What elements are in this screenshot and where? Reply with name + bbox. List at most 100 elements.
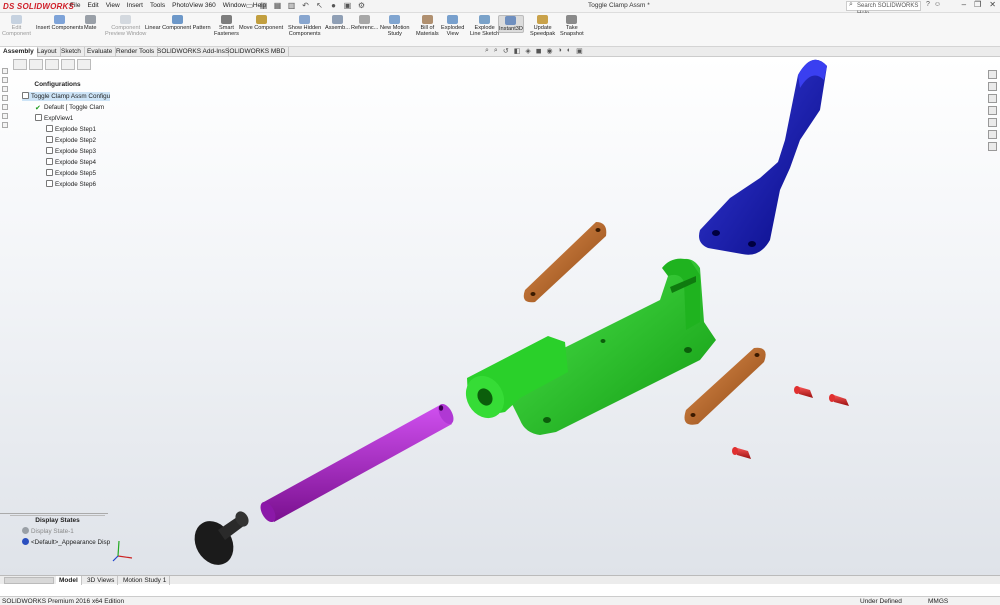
menu-tools[interactable]: Tools	[150, 2, 165, 9]
sensor-icon[interactable]	[2, 104, 8, 110]
dimxpert-manager-tab[interactable]	[61, 59, 75, 70]
tab-solidworks-add-ins[interactable]: SOLIDWORKS Add-Ins	[154, 47, 229, 57]
file-explorer-icon[interactable]	[988, 94, 997, 103]
undo-icon[interactable]: ↶	[301, 1, 310, 10]
display-manager-tab[interactable]	[77, 59, 91, 70]
tree-item[interactable]: Explode Step3	[46, 147, 96, 156]
view-palette-icon[interactable]	[988, 106, 997, 115]
filter-icon[interactable]	[2, 68, 8, 74]
tree-item[interactable]: Explode Step1	[46, 125, 96, 134]
view-orientation-icon[interactable]: ◈	[525, 47, 530, 55]
previous-view-icon[interactable]: ↺	[503, 47, 509, 55]
clamp-base[interactable]	[458, 258, 716, 435]
tree-item[interactable]: ✔ Default [ Toggle Clam	[35, 103, 104, 112]
search-input[interactable]: ⌕ Search SOLIDWORKS Help	[846, 1, 921, 17]
tab-layout[interactable]: Layout	[34, 47, 61, 57]
cmd-mate[interactable]: Mate	[84, 15, 96, 31]
zoom-area-icon[interactable]: ⌕	[494, 47, 498, 55]
clamp-handle[interactable]	[699, 59, 827, 255]
appearances-icon[interactable]	[988, 118, 997, 127]
menu-window[interactable]: Window	[223, 2, 246, 9]
user-icon[interactable]: ☺	[934, 1, 941, 8]
edit-appearance-icon[interactable]: ◑	[558, 47, 562, 55]
cmd-bill-of-materials[interactable]: Bill of Materials	[416, 15, 439, 38]
history-icon[interactable]	[2, 95, 8, 101]
cmd-assemb[interactable]: Assemb...	[325, 15, 350, 31]
rebuild-icon[interactable]: ●	[329, 1, 338, 10]
display-style-icon[interactable]: ◼	[536, 47, 542, 55]
apply-scene-icon[interactable]: ◐	[567, 47, 571, 55]
file-properties-icon[interactable]: ▣	[343, 1, 352, 10]
pin-icon[interactable]	[2, 77, 8, 83]
menu-edit[interactable]: Edit	[87, 2, 98, 9]
tree-item[interactable]: Explode Step4	[46, 158, 96, 167]
design-library-icon[interactable]	[988, 82, 997, 91]
tree-item[interactable]: ExplView1	[35, 114, 73, 123]
annotation-icon[interactable]	[2, 113, 8, 119]
menu-photoview-360[interactable]: PhotoView 360	[172, 2, 216, 9]
status-units[interactable]: MMGS	[928, 597, 948, 605]
link-upper[interactable]	[523, 222, 607, 303]
cmd-explode-line-sketch[interactable]: Explode Line Sketch	[470, 15, 499, 38]
hide-show-icon[interactable]: ◉	[547, 47, 553, 55]
plunger-rod[interactable]	[257, 401, 456, 524]
cmd-edit-component[interactable]: Edit Component	[2, 15, 31, 38]
bottom-tab-model[interactable]: Model	[56, 576, 82, 585]
tree-item[interactable]: Explode Step2	[46, 136, 96, 145]
cmd-new-motion-study[interactable]: New Motion Study	[380, 15, 410, 38]
clamp-knob[interactable]	[187, 509, 251, 572]
minimize-icon[interactable]: –	[962, 0, 966, 9]
bottom-tab-3d-views[interactable]: 3D Views	[84, 576, 119, 585]
menu-view[interactable]: View	[106, 2, 120, 9]
save-icon[interactable]: ▦	[273, 1, 282, 10]
cmd-update-speedpak[interactable]: Update Speedpak	[530, 15, 555, 38]
custom-properties-icon[interactable]	[988, 130, 997, 139]
cmd-insert-components[interactable]: Insert Components	[36, 15, 83, 31]
tab-solidworks-mbd[interactable]: SOLIDWORKS MBD	[222, 47, 290, 57]
menu-insert[interactable]: Insert	[127, 2, 143, 9]
tree-item[interactable]: Toggle Clamp Assm Configu	[22, 92, 111, 101]
exploded-assembly-model[interactable]	[0, 57, 1000, 575]
search-tree-icon[interactable]	[2, 86, 8, 92]
tab-assembly[interactable]: Assembly	[0, 47, 38, 57]
open-icon[interactable]: ▤	[259, 1, 268, 10]
pin-1[interactable]	[794, 386, 813, 398]
options-icon[interactable]: ⚙	[357, 1, 366, 10]
solidworks-resources-icon[interactable]	[988, 70, 997, 79]
menu-file[interactable]: File	[70, 2, 80, 9]
close-icon[interactable]: ✕	[989, 0, 996, 9]
cmd-take-snapshot[interactable]: Take Snapshot	[560, 15, 584, 38]
new-document-icon[interactable]: ▭	[245, 1, 254, 10]
view-settings-icon[interactable]: ▣	[576, 47, 583, 55]
cmd-show-hidden-components[interactable]: Show Hidden Components	[288, 15, 321, 38]
display-state-item[interactable]: Display State-1	[22, 527, 74, 536]
print-icon[interactable]: ▥	[287, 1, 296, 10]
property-manager-tab[interactable]	[29, 59, 43, 70]
restore-icon[interactable]: ❐	[974, 0, 981, 9]
tab-scroll-arrows[interactable]	[4, 577, 54, 584]
cmd-linear-component-pattern[interactable]: Linear Component Pattern	[145, 15, 211, 31]
tab-sketch[interactable]: Sketch	[58, 47, 85, 57]
zoom-to-fit-icon[interactable]: ⌕	[485, 47, 489, 55]
tree-item[interactable]: Explode Step6	[46, 180, 96, 189]
cmd-referenc[interactable]: Referenc...	[351, 15, 378, 31]
panel-divider[interactable]	[0, 513, 108, 514]
bottom-tab-motion-study-1[interactable]: Motion Study 1	[120, 576, 171, 585]
tab-render-tools[interactable]: Render Tools	[113, 47, 159, 57]
pin-3[interactable]	[732, 447, 751, 459]
help-icon[interactable]: ?	[926, 1, 930, 8]
tree-item[interactable]: Explode Step5	[46, 169, 96, 178]
configuration-manager-tab[interactable]	[45, 59, 59, 70]
pin-2[interactable]	[829, 394, 849, 406]
select-icon[interactable]: ↖	[315, 1, 324, 10]
cmd-instant3d[interactable]: Instant3D	[498, 15, 524, 34]
plane-icon[interactable]	[2, 122, 8, 128]
cmd-component-preview-window[interactable]: Component Preview Window	[105, 15, 146, 38]
display-state-item[interactable]: <Default>_Appearance Disp	[22, 538, 110, 547]
cmd-exploded-view[interactable]: Exploded View	[441, 15, 464, 38]
tab-evaluate[interactable]: Evaluate	[84, 47, 117, 57]
forum-icon[interactable]	[988, 142, 997, 151]
section-view-icon[interactable]: ◧	[514, 47, 521, 55]
cmd-move-component[interactable]: Move Component	[239, 15, 283, 31]
cmd-smart-fasteners[interactable]: Smart Fasteners	[214, 15, 239, 38]
